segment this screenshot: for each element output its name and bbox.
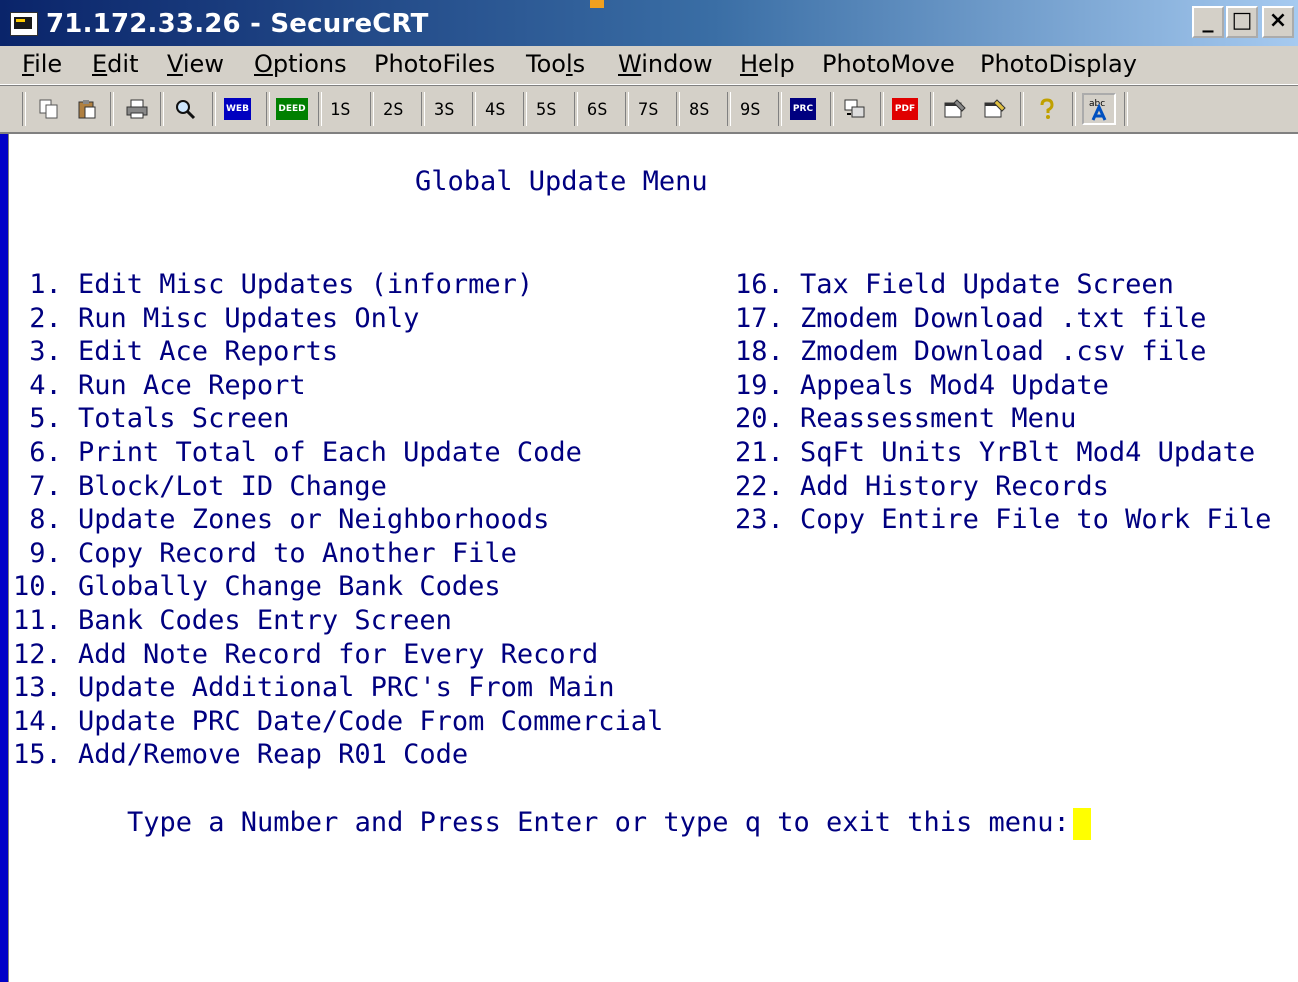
toolbar-separator [727, 92, 731, 126]
screen-button-4s[interactable]: 4S [485, 98, 505, 122]
menu-tools[interactable]: Tools [526, 46, 585, 84]
help-icon[interactable] [1032, 95, 1062, 123]
font-icon-label: abc [1089, 99, 1105, 109]
toolbar-separator [523, 92, 527, 126]
menu-option-21: 21. SqFt Units YrBlt Mod4 Update [735, 437, 1256, 468]
screen-button-2s[interactable]: 2S [383, 98, 403, 122]
menu-photofiles[interactable]: PhotoFiles [374, 46, 495, 84]
toolbar-separator [421, 92, 425, 126]
screen-button-1s[interactable]: 1S [330, 98, 350, 122]
web-icon[interactable]: WEB [224, 98, 251, 120]
menu-option-16: 16. Tax Field Update Screen [735, 269, 1174, 300]
screen-button-5s[interactable]: 5S [536, 98, 556, 122]
menu-option-4: 4. Run Ace Report [13, 370, 306, 401]
toolbar-separator [212, 92, 216, 126]
menu-option-15: 15. Add/Remove Reap R01 Code [13, 739, 469, 770]
screen-button-6s[interactable]: 6S [587, 98, 607, 122]
toolbar: WEB DEED 1S 2S 3S 4S 5S 6S 7S 8S 9S PRC … [0, 85, 1298, 134]
toolbar-separator [472, 92, 476, 126]
toolbar-separator [110, 92, 114, 126]
menu-option-7: 7. Block/Lot ID Change [13, 471, 387, 502]
terminal-cursor[interactable] [1073, 808, 1091, 840]
toolbar-separator [318, 92, 322, 126]
menu-option-5: 5. Totals Screen [13, 403, 290, 434]
paste-icon[interactable] [72, 95, 102, 123]
properties-icon[interactable] [940, 95, 970, 123]
menu-option-23: 23. Copy Entire File to Work File [735, 504, 1272, 535]
close-button[interactable]: × [1262, 6, 1294, 38]
menu-option-18: 18. Zmodem Download .csv file [735, 336, 1207, 367]
toolbar-separator [1072, 92, 1076, 126]
toolbar-separator [574, 92, 578, 126]
terminal-screen[interactable]: Global Update Menu 1. Edit Misc Updates … [8, 134, 1298, 982]
menu-view[interactable]: View [167, 46, 224, 84]
title-bar-marker [590, 0, 604, 8]
screen-button-7s[interactable]: 7S [638, 98, 658, 122]
menu-photomove[interactable]: PhotoMove [822, 46, 955, 84]
screen-button-8s[interactable]: 8S [689, 98, 709, 122]
font-icon[interactable]: abc [1082, 93, 1116, 125]
screen-button-3s[interactable]: 3S [434, 98, 454, 122]
title-bar[interactable]: 71.172.33.26 - SecureCRT _ □ × [0, 0, 1298, 46]
session-options-icon[interactable] [980, 95, 1010, 123]
menu-option-3: 3. Edit Ace Reports [13, 336, 339, 367]
securecrt-app-icon[interactable] [10, 12, 38, 36]
find-icon[interactable] [170, 95, 200, 123]
toolbar-separator [625, 92, 629, 126]
window-title: 71.172.33.26 - SecureCRT [46, 9, 429, 39]
menu-option-22: 22. Add History Records [735, 471, 1109, 502]
menu-option-6: 6. Print Total of Each Update Code [13, 437, 582, 468]
screen-button-9s[interactable]: 9S [740, 98, 760, 122]
menu-file[interactable]: File [22, 46, 62, 84]
command-prompt: Type a Number and Press Enter or type q … [127, 807, 1070, 838]
toolbar-separator [1020, 92, 1024, 126]
pdf-icon[interactable]: PDF [892, 98, 918, 120]
menu-option-20: 20. Reassessment Menu [735, 403, 1077, 434]
menu-option-17: 17. Zmodem Download .txt file [735, 303, 1207, 334]
menu-option-1: 1. Edit Misc Updates (informer) [13, 269, 534, 300]
menu-heading: Global Update Menu [415, 166, 708, 197]
menu-option-19: 19. Appeals Mod4 Update [735, 370, 1109, 401]
prc-icon[interactable]: PRC [790, 98, 816, 120]
securecrt-window: 71.172.33.26 - SecureCRT _ □ × File Edit… [0, 0, 1298, 982]
menu-option-13: 13. Update Additional PRC's From Main [13, 672, 615, 703]
menu-help[interactable]: Help [740, 46, 795, 84]
menu-window[interactable]: Window [618, 46, 713, 84]
deed-icon[interactable]: DEED [276, 98, 308, 120]
menu-option-9: 9. Copy Record to Another File [13, 538, 517, 569]
menu-photodisplay[interactable]: PhotoDisplay [980, 46, 1137, 84]
maximize-button[interactable]: □ [1226, 6, 1258, 38]
toolbar-separator [778, 92, 782, 126]
toolbar-separator [160, 92, 164, 126]
toolbar-separator [676, 92, 680, 126]
toolbar-separator [1124, 92, 1128, 126]
toolbar-separator [880, 92, 884, 126]
transfer-icon[interactable] [840, 95, 870, 123]
window-left-edge [0, 134, 8, 982]
print-icon[interactable] [122, 95, 152, 123]
menu-edit[interactable]: Edit [92, 46, 138, 84]
toolbar-separator [370, 92, 374, 126]
menu-option-12: 12. Add Note Record for Every Record [13, 639, 599, 670]
toolbar-separator [830, 92, 834, 126]
toolbar-separator [22, 92, 26, 126]
toolbar-separator [266, 92, 270, 126]
menu-option-14: 14. Update PRC Date/Code From Commercial [13, 706, 664, 737]
menu-options[interactable]: Options [254, 46, 347, 84]
menu-option-10: 10. Globally Change Bank Codes [13, 571, 501, 602]
menu-option-11: 11. Bank Codes Entry Screen [13, 605, 452, 636]
copy-icon[interactable] [34, 95, 64, 123]
menu-bar: File Edit View Options PhotoFiles Tools … [0, 46, 1298, 85]
menu-option-2: 2. Run Misc Updates Only [13, 303, 420, 334]
toolbar-separator [930, 92, 934, 126]
menu-option-8: 8. Update Zones or Neighborhoods [13, 504, 550, 535]
minimize-button[interactable]: _ [1192, 6, 1224, 38]
